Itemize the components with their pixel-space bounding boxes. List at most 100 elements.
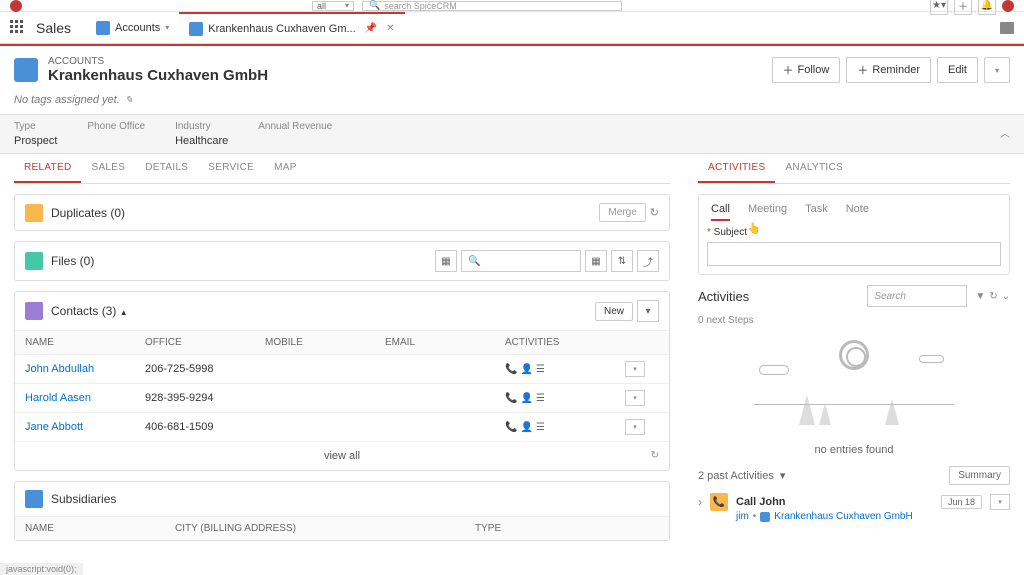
task-icon[interactable]: ☰ bbox=[536, 393, 545, 404]
call-icon[interactable]: 📞 bbox=[505, 422, 517, 433]
reminder-button[interactable]: ＋Reminder bbox=[846, 57, 931, 83]
contact-name-link[interactable]: Jane Abbott bbox=[25, 421, 145, 433]
activity-item[interactable]: › 📞 Call John Jun 18 ▾ bbox=[698, 493, 1010, 511]
col-name: NAME bbox=[25, 337, 145, 348]
subject-label: Subject bbox=[707, 227, 1001, 238]
expand-icon[interactable]: › bbox=[698, 495, 702, 509]
activity-date: Jun 18 bbox=[941, 495, 982, 509]
tab-details[interactable]: DETAILS bbox=[135, 154, 198, 183]
accounts-module-icon bbox=[96, 21, 110, 35]
contact-name-link[interactable]: John Abdullah bbox=[25, 363, 145, 375]
field-value-type: Prospect bbox=[14, 135, 57, 147]
chevron-up-icon[interactable]: ▲ bbox=[120, 308, 128, 317]
follow-button[interactable]: ＋Follow bbox=[772, 57, 841, 83]
merge-button[interactable]: Merge bbox=[599, 203, 645, 222]
filter-icon[interactable]: ▼ bbox=[975, 291, 985, 302]
close-icon[interactable]: ✕ bbox=[386, 23, 394, 34]
activity-menu-icon[interactable]: ▾ bbox=[990, 494, 1010, 510]
field-label-phone: Phone Office bbox=[87, 121, 145, 132]
nav-bar: Sales Accounts ▾ Krankenhaus Cuxhaven Gm… bbox=[0, 12, 1024, 44]
chevron-down-icon: ▾ bbox=[165, 23, 169, 32]
edit-button[interactable]: Edit bbox=[937, 57, 978, 83]
past-activities-header[interactable]: 2 past Activities ▾ Summary bbox=[698, 466, 1010, 485]
view-all-link[interactable]: view all ↻ bbox=[15, 442, 669, 470]
app-launcher-icon[interactable] bbox=[10, 20, 26, 36]
more-actions-button[interactable]: ▾ bbox=[984, 57, 1010, 83]
sort-icon[interactable]: ⇅ bbox=[611, 250, 633, 272]
favorites-icon[interactable]: ★▾ bbox=[930, 0, 948, 15]
briefcase-icon[interactable] bbox=[1000, 22, 1014, 34]
files-panel: Files (0) ▦ 🔍 ▦ ⇅ ⤴ bbox=[14, 241, 670, 281]
tab-analytics[interactable]: ANALYTICS bbox=[775, 154, 853, 183]
quick-tab-meeting[interactable]: Meeting bbox=[748, 203, 787, 221]
accounts-module-icon bbox=[760, 512, 770, 522]
tab-related[interactable]: RELATED bbox=[14, 154, 81, 183]
col-city: CITY (BILLING ADDRESS) bbox=[175, 523, 475, 534]
field-value-industry: Healthcare bbox=[175, 135, 228, 147]
record-module-icon bbox=[14, 58, 38, 82]
refresh-icon[interactable]: ↻ bbox=[650, 206, 659, 219]
subsidiaries-title: Subsidiaries bbox=[51, 492, 116, 506]
call-icon[interactable]: 📞 bbox=[505, 364, 517, 375]
accounts-module-icon bbox=[189, 22, 203, 36]
status-bar: javascript:void(0); bbox=[0, 563, 83, 575]
col-mobile: MOBILE bbox=[265, 337, 385, 348]
notifications-icon[interactable]: 🔔 bbox=[978, 0, 996, 15]
activities-search[interactable]: Search bbox=[867, 285, 967, 307]
contact-name-link[interactable]: Harold Aasen bbox=[25, 392, 145, 404]
row-menu-icon[interactable]: ▾ bbox=[625, 419, 645, 435]
activity-user[interactable]: jim bbox=[736, 511, 749, 522]
tab-map[interactable]: MAP bbox=[264, 154, 307, 183]
subsidiaries-table-head: NAME CITY (BILLING ADDRESS) TYPE bbox=[15, 516, 669, 540]
nav-tab-record[interactable]: Krankenhaus Cuxhaven Gm... 📌 ✕ bbox=[179, 12, 404, 44]
pin-icon[interactable]: 📌 bbox=[365, 23, 377, 34]
row-menu-icon[interactable]: ▾ bbox=[625, 361, 645, 377]
grid-view-icon[interactable]: ▦ bbox=[585, 250, 607, 272]
nav-tab-label: Accounts bbox=[115, 22, 160, 34]
task-icon[interactable]: ☰ bbox=[536, 364, 545, 375]
quick-tab-call[interactable]: Call bbox=[711, 203, 730, 221]
files-title: Files (0) bbox=[51, 254, 94, 268]
contacts-menu-icon[interactable]: ▾ bbox=[637, 300, 659, 322]
refresh-icon[interactable]: ↻ bbox=[651, 450, 659, 461]
nav-tab-accounts[interactable]: Accounts ▾ bbox=[86, 12, 179, 44]
tab-activities[interactable]: ACTIVITIES bbox=[698, 154, 775, 183]
person-icon[interactable]: 👤 bbox=[520, 422, 532, 433]
chevron-down-icon[interactable]: ⌄ bbox=[1002, 291, 1010, 302]
row-menu-icon[interactable]: ▾ bbox=[625, 390, 645, 406]
person-icon[interactable]: 👤 bbox=[520, 393, 532, 404]
duplicates-title: Duplicates (0) bbox=[51, 206, 125, 220]
summary-button[interactable]: Summary bbox=[949, 466, 1010, 485]
global-search-placeholder: search SpiceCRM bbox=[384, 1, 457, 11]
record-module-label: ACCOUNTS bbox=[48, 56, 268, 67]
call-icon[interactable]: 📞 bbox=[505, 393, 517, 404]
collapse-fields-icon[interactable]: ︿ bbox=[1000, 125, 1010, 140]
top-bar: all ▾ 🔍 search SpiceCRM ★▾ ＋ 🔔 bbox=[0, 0, 1024, 12]
task-icon[interactable]: ☰ bbox=[536, 422, 545, 433]
tab-sales[interactable]: SALES bbox=[81, 154, 135, 183]
upload-icon[interactable]: ⤴ bbox=[637, 250, 659, 272]
activity-account[interactable]: Krankenhaus Cuxhaven GmbH bbox=[774, 511, 912, 522]
quick-tab-note[interactable]: Note bbox=[846, 203, 869, 221]
user-avatar-icon[interactable] bbox=[1002, 0, 1014, 12]
new-contact-button[interactable]: New bbox=[595, 302, 633, 321]
tab-service[interactable]: SERVICE bbox=[198, 154, 264, 183]
subsidiaries-icon bbox=[25, 490, 43, 508]
contacts-table-head: NAME OFFICE MOBILE EMAIL ACTIVITIES bbox=[15, 330, 669, 355]
chevron-down-icon: ▾ bbox=[780, 469, 786, 482]
edit-tags-icon[interactable]: ✎ bbox=[125, 95, 133, 106]
files-icon bbox=[25, 252, 43, 270]
search-icon: 🔍 bbox=[468, 256, 480, 267]
files-search[interactable]: 🔍 bbox=[461, 250, 581, 272]
list-view-icon[interactable]: ▦ bbox=[435, 250, 457, 272]
person-icon[interactable]: 👤 bbox=[520, 364, 532, 375]
add-icon[interactable]: ＋ bbox=[954, 0, 972, 15]
duplicates-icon bbox=[25, 204, 43, 222]
global-search[interactable]: 🔍 search SpiceCRM bbox=[362, 1, 622, 11]
quick-tab-task[interactable]: Task bbox=[805, 203, 828, 221]
field-label-industry: Industry bbox=[175, 121, 228, 132]
scope-select[interactable]: all ▾ bbox=[312, 1, 354, 11]
activities-header: Activities Search ▼ ↻ ⌄ bbox=[698, 285, 1010, 307]
subject-input[interactable] bbox=[707, 242, 1001, 266]
refresh-icon[interactable]: ↻ bbox=[989, 291, 997, 302]
